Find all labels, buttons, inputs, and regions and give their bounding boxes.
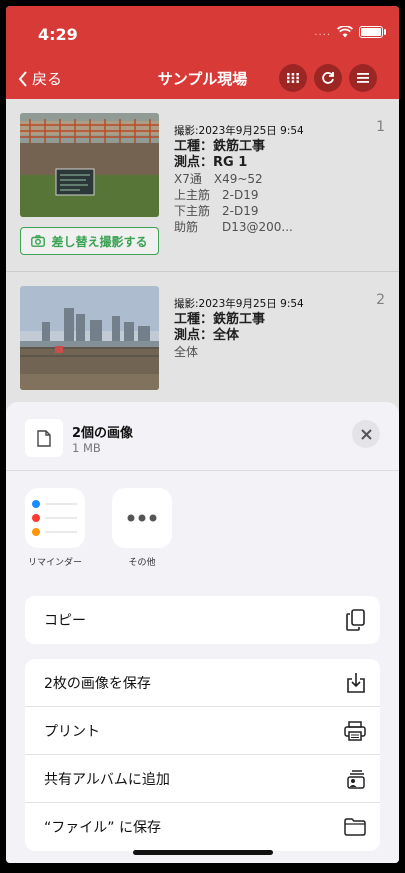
save-to-files-action[interactable]: “ファイル” に保存 bbox=[25, 803, 380, 851]
grid-view-button[interactable] bbox=[279, 64, 307, 92]
menu-button[interactable] bbox=[349, 64, 377, 92]
app-screen: 4:29 .... 戻る サンプル現場 撮影:2023年9月25日 9:54 工… bbox=[6, 6, 399, 863]
document-icon bbox=[25, 419, 63, 457]
save-download-icon bbox=[347, 672, 365, 693]
app-header: 4:29 .... 戻る サンプル現場 bbox=[6, 6, 399, 99]
shared-album-action[interactable]: 共有アルバムに追加 bbox=[25, 755, 380, 803]
more-icon bbox=[112, 488, 172, 548]
printer-icon bbox=[344, 720, 366, 741]
grid-icon bbox=[287, 73, 299, 83]
copy-label: コピー bbox=[44, 613, 86, 629]
shared-album-icon bbox=[347, 769, 365, 789]
battery-icon bbox=[359, 26, 386, 38]
status-time: 4:29 bbox=[38, 25, 78, 44]
refresh-icon bbox=[322, 72, 334, 84]
app-reminders[interactable]: リマインダー bbox=[19, 488, 91, 568]
copy-icon bbox=[346, 609, 365, 631]
close-button[interactable] bbox=[352, 420, 380, 448]
share-sheet-size: 1 MB bbox=[72, 441, 101, 455]
action-group: 2枚の画像を保存 プリント 共有アルバムに追加 “ファイル” に保存 bbox=[25, 659, 380, 851]
signal-dots: .... bbox=[314, 26, 331, 38]
print-action[interactable]: プリント bbox=[25, 707, 380, 755]
share-sheet: 2個の画像 1 MB リマインダー その他 コピー 2枚の画像を保存 プリント … bbox=[6, 402, 399, 863]
copy-action[interactable]: コピー bbox=[25, 596, 380, 644]
action-label: 2枚の画像を保存 bbox=[44, 675, 151, 692]
share-app-row: リマインダー その他 bbox=[6, 488, 399, 578]
home-indicator[interactable] bbox=[133, 850, 273, 855]
wifi-icon bbox=[337, 26, 353, 38]
save-images-action[interactable]: 2枚の画像を保存 bbox=[25, 659, 380, 707]
refresh-button[interactable] bbox=[314, 64, 342, 92]
close-icon bbox=[360, 428, 372, 440]
reminders-icon bbox=[25, 488, 85, 548]
app-label: リマインダー bbox=[27, 558, 82, 568]
app-more[interactable]: その他 bbox=[106, 488, 178, 568]
copy-group: コピー bbox=[25, 596, 380, 644]
share-sheet-title: 2個の画像 bbox=[72, 426, 134, 441]
folder-icon bbox=[344, 818, 366, 836]
action-label: “ファイル” に保存 bbox=[44, 820, 161, 836]
menu-icon bbox=[357, 73, 369, 83]
share-sheet-header: 2個の画像 1 MB bbox=[6, 402, 399, 471]
action-label: 共有アルバムに追加 bbox=[44, 771, 170, 788]
action-label: プリント bbox=[44, 723, 100, 740]
status-icons: .... bbox=[314, 26, 386, 38]
app-label: その他 bbox=[128, 558, 156, 568]
